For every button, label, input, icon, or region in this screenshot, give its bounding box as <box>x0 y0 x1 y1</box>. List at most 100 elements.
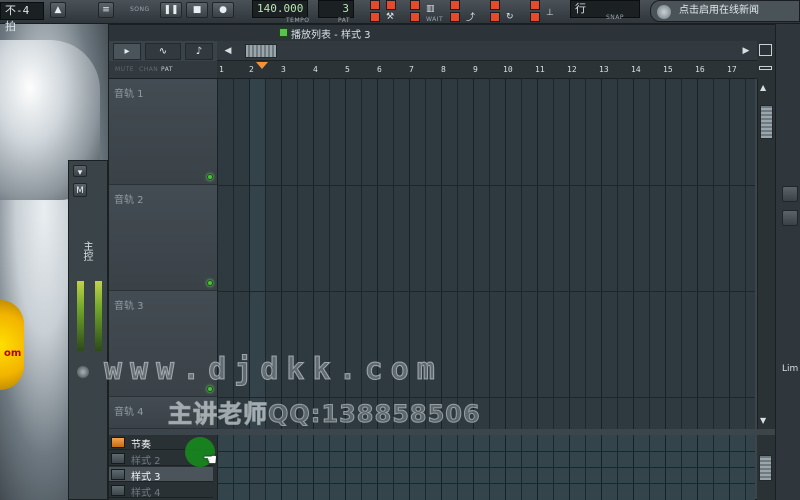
ruler-number: 6 <box>377 65 382 74</box>
track-label: 音轨 4 <box>114 407 144 418</box>
mixer-strip: ▾ M 主控 <box>68 160 108 500</box>
ruler-number: 1 <box>219 65 224 74</box>
chan-header[interactable]: CHAN <box>139 66 158 73</box>
ruler-number: 12 <box>567 65 577 74</box>
maximize-button[interactable] <box>759 44 772 56</box>
pause-button[interactable]: ❚❚ <box>160 2 182 18</box>
pattern-scroll-thumb[interactable] <box>759 455 772 481</box>
pattern-icon[interactable] <box>111 453 125 464</box>
playlist-titlebar[interactable]: 播放列表 - 样式 3 <box>109 25 775 41</box>
ruler-number: 7 <box>409 65 414 74</box>
ruler-number: 15 <box>663 65 673 74</box>
record-button[interactable]: ● <box>212 2 234 18</box>
ruler-number: 5 <box>345 65 350 74</box>
pattern-label: 样式 2 <box>131 456 161 467</box>
toolbar-toggle-icon[interactable] <box>530 12 540 22</box>
mixer-knob[interactable] <box>77 366 89 378</box>
mixer-m-button[interactable]: M <box>73 183 87 197</box>
pattern-scrollbar[interactable] <box>757 435 775 500</box>
pattern-item[interactable]: 样式 4 <box>109 483 213 499</box>
watermark-teacher: 主讲老师QQ:138858506 <box>168 400 481 429</box>
toolbar-toggle-icon[interactable] <box>530 0 540 10</box>
pattern-icon[interactable] <box>111 437 125 448</box>
right-side-panel <box>776 24 800 500</box>
pattern-grid[interactable] <box>217 435 755 500</box>
toolbar-toggle-icon[interactable] <box>370 12 380 22</box>
wallpaper-logo-badge <box>0 300 24 390</box>
panel-button[interactable] <box>782 186 798 202</box>
ruler-number: 11 <box>535 65 545 74</box>
track-row[interactable]: 音轨 1 <box>109 79 217 185</box>
snap-label: SNAP <box>606 14 625 21</box>
pattern-label: PAT <box>338 17 351 24</box>
grid-row-line <box>217 483 755 484</box>
tempo-label: TEMPO <box>286 17 310 24</box>
mixer-meter-left <box>77 281 84 351</box>
track-row[interactable]: 音轨 2 <box>109 185 217 291</box>
minimize-button[interactable] <box>759 66 772 70</box>
wrench-icon[interactable]: ⚒ <box>386 12 395 22</box>
playlist-title: 播放列表 - 样式 3 <box>291 30 371 41</box>
ruler-number: 17 <box>727 65 737 74</box>
horizontal-scrollbar[interactable]: ◀ ▶ <box>217 41 757 61</box>
toolbar-toggle-icon[interactable] <box>490 12 500 22</box>
loop-icon[interactable]: ↻ <box>506 12 514 22</box>
grid-row-line <box>217 451 755 452</box>
pattern-label: 节奏 <box>131 440 151 451</box>
pattern-item[interactable]: 样式 3 <box>109 467 213 483</box>
tempo-display[interactable]: 140.000 <box>252 0 308 18</box>
ruler-number: 8 <box>441 65 446 74</box>
toolbar-toggle-icon[interactable] <box>450 0 460 10</box>
music-note-icon[interactable]: ♪ <box>185 43 213 60</box>
ruler-number: 10 <box>503 65 513 74</box>
watermark-url: www.djdkk.com <box>104 352 443 388</box>
mute-header[interactable]: MUTE <box>115 66 134 73</box>
pattern-display[interactable]: 3 <box>318 0 354 18</box>
track-led-icon[interactable] <box>207 174 213 180</box>
metronome-icon[interactable]: ⊥ <box>546 8 554 18</box>
playlist-icon <box>279 28 288 37</box>
timeline-ruler[interactable]: 1 2 3 4 5 6 7 8 9 10 11 12 13 14 15 16 1… <box>217 61 757 79</box>
toolbar-toggle-icon[interactable] <box>386 0 396 10</box>
stop-button[interactable]: ■ <box>186 2 208 18</box>
vertical-scroll-thumb[interactable] <box>760 105 773 139</box>
toolbar-toggle-icon[interactable] <box>490 0 500 10</box>
scroll-left-icon[interactable]: ◀ <box>221 43 235 59</box>
track-label: 音轨 2 <box>114 195 144 206</box>
ruler-number: 13 <box>599 65 609 74</box>
toolbar-toggle-icon[interactable] <box>410 0 420 10</box>
scroll-right-icon[interactable]: ▶ <box>739 43 753 59</box>
pattern-icon[interactable] <box>111 469 125 480</box>
scroll-up-icon[interactable]: ▲ <box>760 83 766 92</box>
track-label: 音轨 1 <box>114 89 144 100</box>
automation-icon[interactable]: ∿ <box>145 43 181 60</box>
scroll-down-icon[interactable]: ▼ <box>760 416 766 425</box>
toolbar-toggle-icon[interactable] <box>370 0 380 10</box>
scroll-thumb[interactable] <box>245 44 277 58</box>
online-news-box[interactable]: 点击启用在线新闻 <box>650 0 800 22</box>
mixer-meter-right <box>95 281 102 351</box>
snap-select[interactable]: 行 <box>570 0 640 18</box>
ruler-number: 9 <box>473 65 478 74</box>
news-icon <box>657 5 671 19</box>
wait-label: WAIT <box>426 16 444 23</box>
window-buttons <box>757 41 775 79</box>
grid-row-line <box>217 467 755 468</box>
tempo-ramp-icon[interactable]: ⤴ <box>466 10 476 23</box>
up-arrow-icon[interactable]: ▲ <box>50 2 66 18</box>
grid-row-line <box>217 185 755 186</box>
wallpaper-logo-text: om <box>4 348 22 359</box>
panel-button[interactable] <box>782 210 798 226</box>
playhead-marker[interactable] <box>256 62 268 69</box>
toolbar-toggle-icon[interactable] <box>450 12 460 22</box>
menu-icon[interactable]: ≡ <box>98 2 114 18</box>
mixer-menu-button[interactable]: ▾ <box>73 165 87 178</box>
playlist-tool-tabs: ▸ ∿ ♪ <box>109 41 217 61</box>
playlist-menu-icon[interactable]: ▸ <box>113 43 141 60</box>
pattern-icon[interactable] <box>111 485 125 496</box>
pat-header[interactable]: PAT <box>161 66 173 73</box>
toolbar-toggle-icon[interactable] <box>410 12 420 22</box>
ruler-number: 16 <box>695 65 705 74</box>
track-led-icon[interactable] <box>207 280 213 286</box>
keyboard-icon[interactable]: ▥ <box>426 4 435 14</box>
